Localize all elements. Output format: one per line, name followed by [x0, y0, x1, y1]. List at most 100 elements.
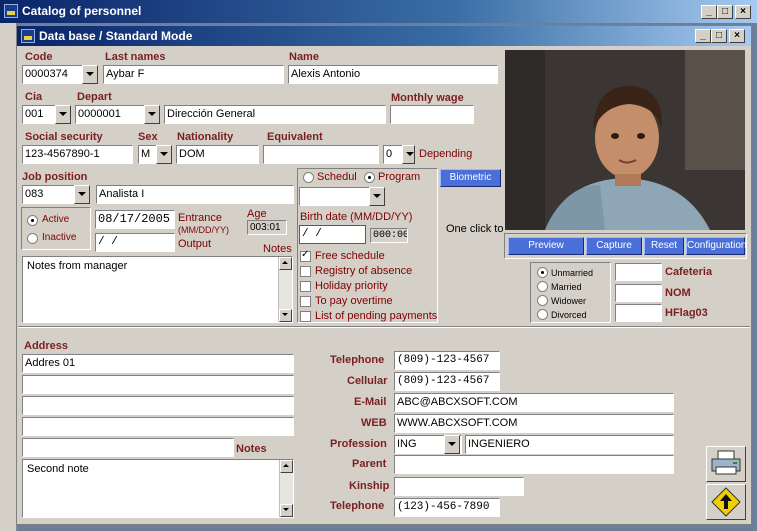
print-button[interactable]: [706, 446, 746, 482]
divorced-label: Divorced: [551, 310, 587, 320]
name-field[interactable]: Alexis Antonio: [288, 65, 498, 84]
telephone2-field[interactable]: (123)-456-7890: [394, 498, 500, 517]
divorced-radio[interactable]: [537, 309, 548, 320]
depending-spinner[interactable]: [402, 145, 415, 164]
child-maximize-button[interactable]: □: [711, 29, 727, 43]
entrance-label: Entrance: [178, 212, 223, 224]
registry-absence-checkbox[interactable]: [300, 266, 311, 277]
active-label: Active: [42, 214, 70, 225]
photo-image: [505, 50, 745, 230]
second-notes-scrollbar[interactable]: [279, 460, 293, 517]
output-label: Output: [178, 238, 212, 250]
nom-label: NOM: [665, 287, 691, 299]
child-minimize-button[interactable]: _: [695, 29, 711, 43]
depending-label: Depending: [419, 148, 473, 160]
address-line-2[interactable]: [22, 375, 294, 394]
program-radio[interactable]: [364, 172, 375, 183]
widower-radio[interactable]: [537, 295, 548, 306]
schedule-dropdown-button[interactable]: [369, 187, 385, 206]
minimize-button[interactable]: _: [701, 5, 717, 19]
monthly-wage-label: Monthly wage: [391, 92, 464, 104]
address-line-4[interactable]: [22, 417, 294, 436]
reset-button[interactable]: Reset: [644, 237, 684, 255]
entrance-field[interactable]: 08/17/2005: [95, 210, 175, 229]
profession-dropdown-button[interactable]: [444, 435, 460, 454]
job-name-field[interactable]: Analista I: [96, 185, 294, 204]
unmarried-label: Unmarried: [551, 268, 594, 278]
age-field: 003:01: [247, 220, 287, 235]
schedul-radio[interactable]: [303, 172, 314, 183]
biometric-button[interactable]: Biometric: [440, 169, 501, 187]
pay-overtime-checkbox[interactable]: [300, 296, 311, 307]
last-names-label: Last names: [105, 51, 166, 63]
unmarried-radio[interactable]: [537, 267, 548, 278]
up-arrow-icon: [711, 487, 741, 517]
close-button[interactable]: ×: [735, 5, 751, 19]
kinship-field[interactable]: [394, 477, 524, 496]
active-radio[interactable]: [27, 215, 38, 226]
telephone-label: Telephone: [330, 354, 385, 366]
social-security-label: Social security: [25, 131, 103, 143]
date-format-label: (MM/DD/YY): [178, 225, 229, 235]
address-line-5[interactable]: [22, 438, 234, 457]
hflag-field[interactable]: [615, 304, 662, 322]
notes-memo[interactable]: Notes from manager: [22, 256, 293, 323]
output-field[interactable]: / /: [95, 233, 175, 252]
birth-date-field[interactable]: / /: [299, 225, 366, 244]
social-security-field[interactable]: 123-4567890-1: [22, 145, 133, 164]
email-field[interactable]: ABC@ABCXSOFT.COM: [394, 393, 674, 412]
address-line-1[interactable]: Addres 01: [22, 354, 294, 373]
notes2-label: Notes: [236, 443, 267, 455]
pay-overtime-label: To pay overtime: [315, 295, 393, 307]
up-button[interactable]: [706, 484, 746, 520]
maximize-button[interactable]: □: [717, 5, 733, 19]
schedule-select[interactable]: [299, 187, 371, 206]
email-label: E-Mail: [354, 396, 387, 408]
child-close-button[interactable]: ×: [729, 29, 745, 43]
window-title: Catalog of personnel: [22, 4, 142, 18]
monthly-wage-field[interactable]: [390, 105, 474, 124]
web-field[interactable]: WWW.ABCXSOFT.COM: [394, 414, 674, 433]
parent-field[interactable]: [394, 455, 674, 474]
window-titlebar: Catalog of personnel _ □ ×: [0, 0, 757, 23]
configuration-button[interactable]: Configuration: [686, 237, 746, 255]
age-label: Age: [247, 208, 267, 220]
code-field[interactable]: 0000374: [22, 65, 84, 84]
capture-button[interactable]: Capture: [586, 237, 642, 255]
nationality-field[interactable]: DOM: [176, 145, 259, 164]
kinship-label: Kinship: [349, 480, 390, 492]
cafeteria-label: Cafeteria: [665, 266, 713, 278]
last-names-field[interactable]: Aybar F: [103, 65, 284, 84]
pending-payments-checkbox[interactable]: [300, 311, 311, 322]
profession-name-field[interactable]: INGENIERO: [465, 435, 674, 454]
schedul-label: Schedul: [317, 171, 357, 183]
telephone-field[interactable]: (809)-123-4567: [394, 351, 500, 370]
notes-scrollbar[interactable]: [278, 257, 292, 322]
preview-button[interactable]: Preview: [508, 237, 584, 255]
sex-dropdown-button[interactable]: [156, 145, 172, 164]
holiday-priority-label: Holiday priority: [315, 280, 388, 292]
married-radio[interactable]: [537, 281, 548, 292]
cellular-field[interactable]: (809)-123-4567: [394, 372, 500, 391]
depart-name-field[interactable]: Dirección General: [164, 105, 386, 124]
depart-code-field[interactable]: 0000001: [75, 105, 147, 124]
address-line-3[interactable]: [22, 396, 294, 415]
inactive-label: Inactive: [42, 232, 77, 243]
job-dropdown-button[interactable]: [74, 185, 90, 204]
inactive-radio[interactable]: [27, 233, 38, 244]
depart-dropdown-button[interactable]: [144, 105, 160, 124]
cafeteria-field[interactable]: [615, 263, 662, 281]
code-label: Code: [25, 51, 53, 63]
cia-dropdown-button[interactable]: [55, 105, 71, 124]
nom-field[interactable]: [615, 284, 662, 302]
free-schedule-checkbox[interactable]: [300, 249, 311, 262]
employee-photo: [505, 50, 745, 230]
code-dropdown-button[interactable]: [82, 65, 98, 84]
equivalent-label: Equivalent: [267, 131, 323, 143]
second-notes-memo[interactable]: Second note: [22, 459, 294, 518]
depending-field[interactable]: 0: [383, 145, 403, 164]
equivalent-field[interactable]: [263, 145, 379, 164]
depart-label: Depart: [77, 91, 112, 103]
section-divider: [18, 326, 750, 328]
holiday-priority-checkbox[interactable]: [300, 281, 311, 292]
